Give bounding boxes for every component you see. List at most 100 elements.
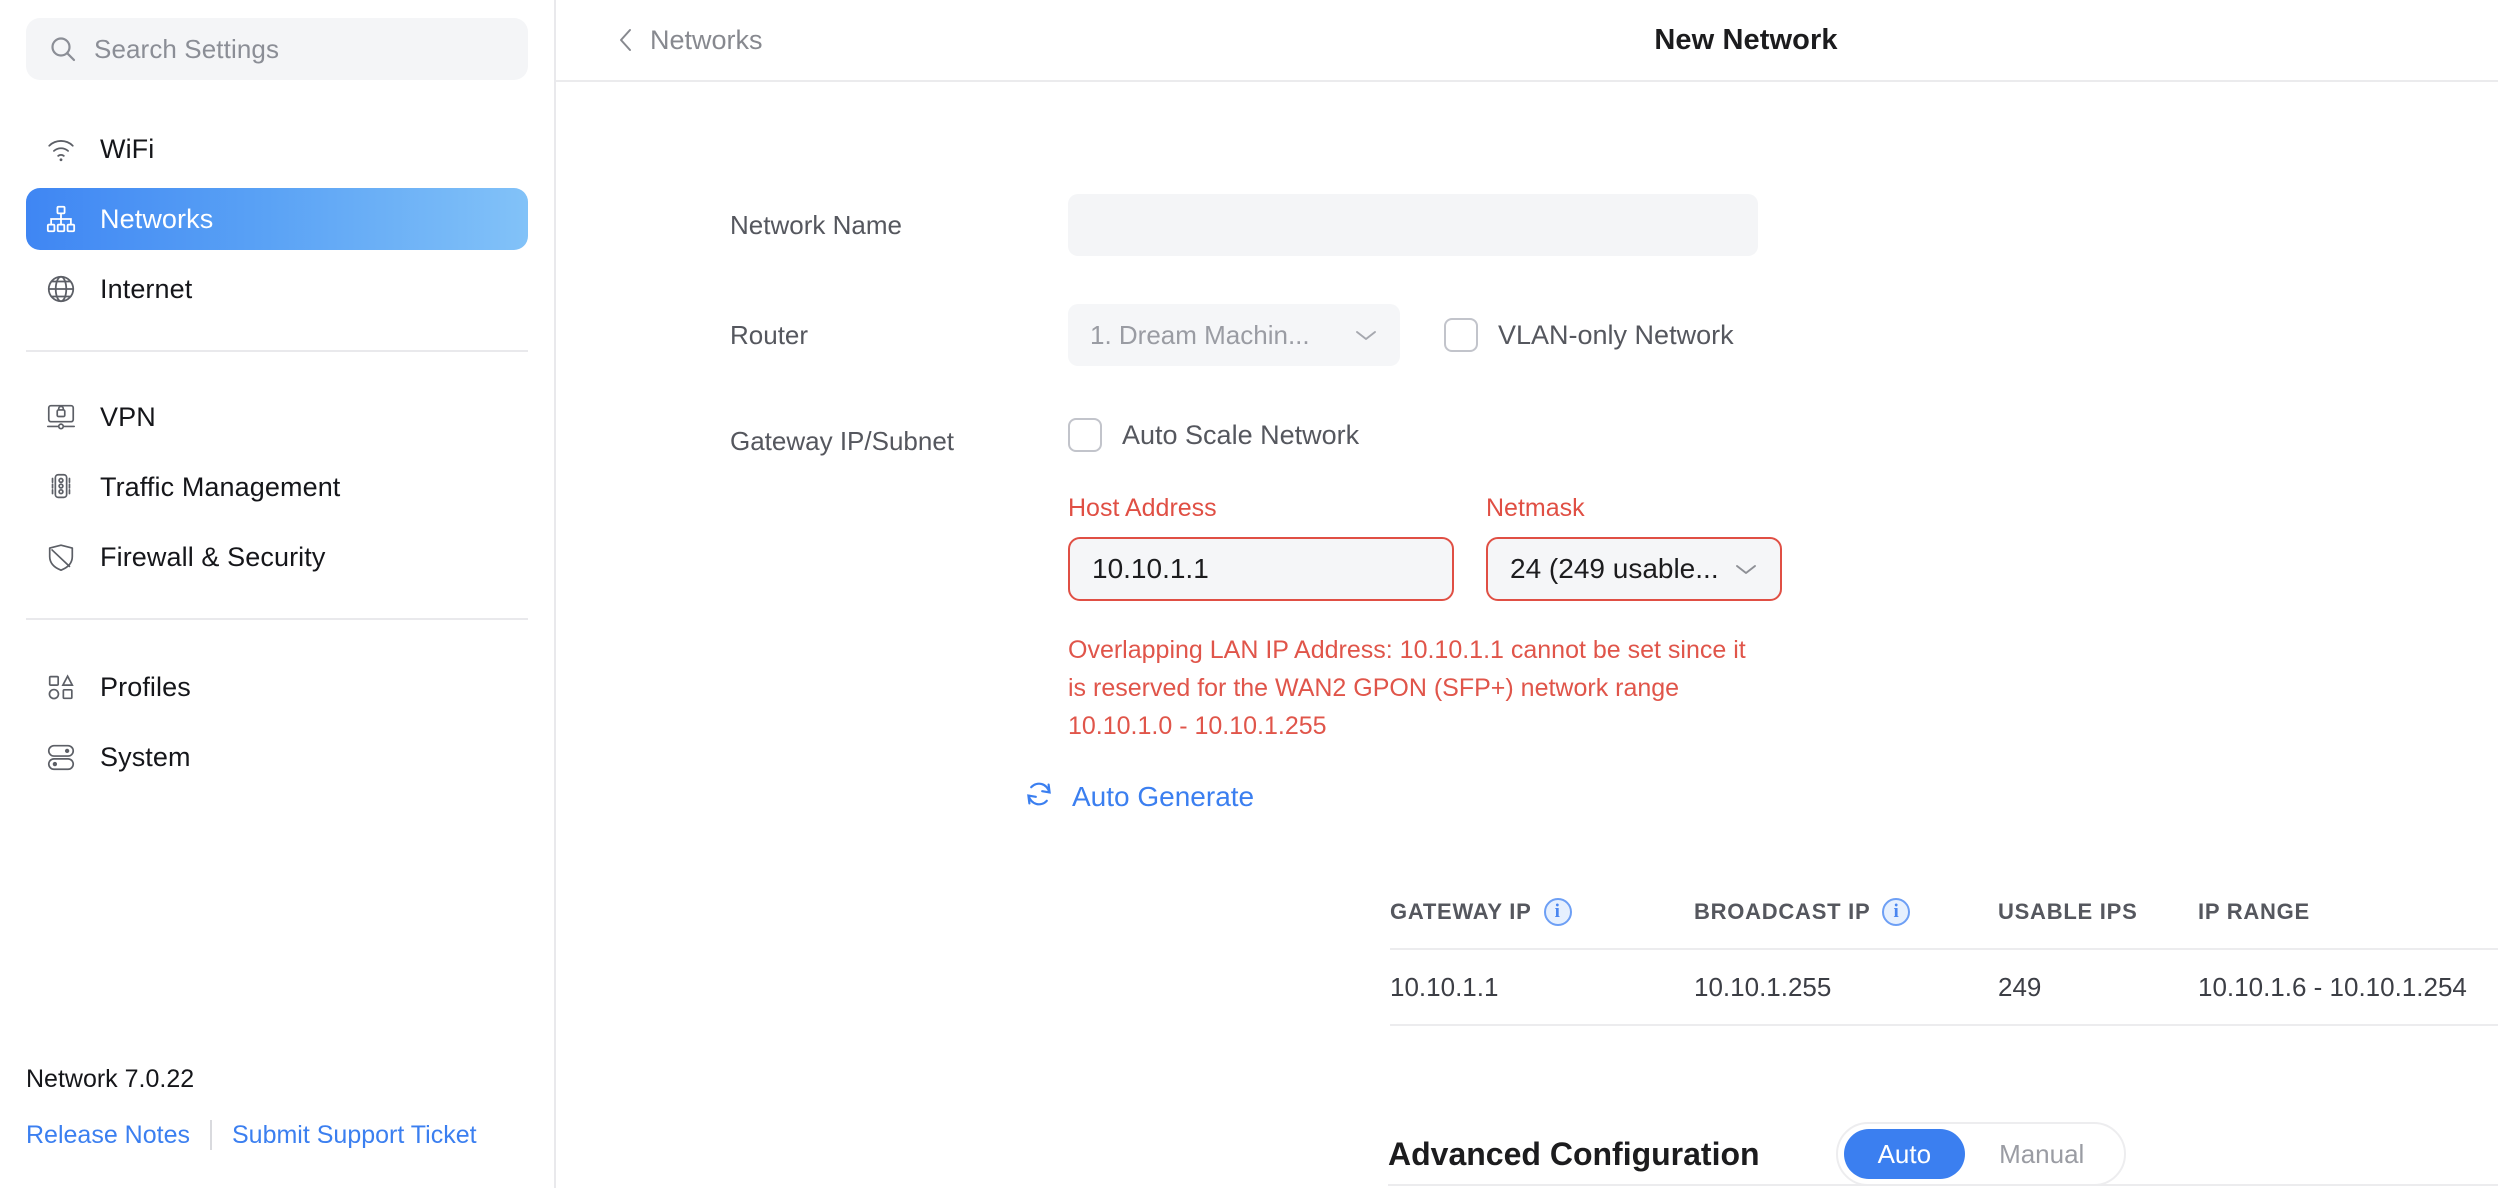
table-header-gateway-ip: GATEWAY IP i bbox=[1390, 898, 1694, 926]
advanced-mode-segmented-control: Auto Manual bbox=[1836, 1122, 2127, 1186]
router-select[interactable]: 1. Dream Machin... bbox=[1068, 304, 1400, 366]
wifi-icon bbox=[44, 132, 78, 166]
auto-scale-network-label: Auto Scale Network bbox=[1122, 420, 1359, 451]
table-header-row: GATEWAY IP i BROADCAST IP i USABLE IPS I… bbox=[1390, 898, 2498, 948]
sidebar: Search Settings WiFi bbox=[0, 0, 556, 1188]
netmask-select[interactable]: 24 (249 usable... bbox=[1486, 537, 1782, 601]
top-bar: Networks New Network bbox=[556, 0, 2498, 82]
row-router: Router 1. Dream Machin... VLAN-only Netw… bbox=[556, 304, 2498, 366]
netmask-selected-value: 24 (249 usable... bbox=[1510, 553, 1719, 585]
sidebar-item-internet[interactable]: Internet bbox=[26, 258, 528, 320]
checkbox-box bbox=[1444, 318, 1478, 352]
network-name-input[interactable] bbox=[1068, 194, 1758, 256]
table-header-usable-ips: USABLE IPS bbox=[1998, 899, 2198, 925]
table-bottom-rule bbox=[1390, 1024, 2498, 1026]
sidebar-item-system[interactable]: System bbox=[26, 726, 528, 788]
chevron-down-icon bbox=[1354, 328, 1378, 342]
table-header-broadcast-ip: BROADCAST IP i bbox=[1694, 898, 1998, 926]
sidebar-item-wifi[interactable]: WiFi bbox=[26, 118, 528, 180]
globe-icon bbox=[44, 272, 78, 306]
footer-links: Release Notes Submit Support Ticket bbox=[26, 1120, 528, 1150]
advanced-configuration-section: Advanced Configuration Auto Manual bbox=[556, 1122, 2498, 1186]
column-label: GATEWAY IP bbox=[1390, 899, 1532, 925]
host-netmask-fields: Host Address 10.10.1.1 Netmask 24 (249 u… bbox=[1068, 494, 1782, 601]
sidebar-group-system: Profiles System bbox=[0, 656, 554, 788]
profiles-shapes-icon bbox=[44, 670, 78, 704]
sidebar-item-label: Firewall & Security bbox=[100, 542, 325, 573]
refresh-icon bbox=[1024, 779, 1054, 814]
gateway-ip-info-icon[interactable]: i bbox=[1544, 898, 1572, 926]
host-address-label: Host Address bbox=[1068, 494, 1454, 523]
cell-gateway-ip: 10.10.1.1 bbox=[1390, 972, 1694, 1003]
back-to-networks-button[interactable]: Networks bbox=[614, 25, 763, 56]
sidebar-item-networks[interactable]: Networks bbox=[26, 188, 528, 250]
settings-app: Search Settings WiFi bbox=[0, 0, 2498, 1188]
subnet-summary-table: GATEWAY IP i BROADCAST IP i USABLE IPS I… bbox=[1390, 898, 2498, 1026]
sidebar-item-label: WiFi bbox=[100, 134, 154, 165]
column-label: BROADCAST IP bbox=[1694, 899, 1870, 925]
vlan-only-network-label: VLAN-only Network bbox=[1498, 320, 1734, 351]
chevron-left-icon bbox=[614, 25, 636, 55]
host-address-field: Host Address 10.10.1.1 bbox=[1068, 494, 1454, 601]
sidebar-footer: Network 7.0.22 Release Notes Submit Supp… bbox=[0, 1065, 554, 1188]
netmask-label: Netmask bbox=[1486, 494, 1782, 523]
host-address-value: 10.10.1.1 bbox=[1092, 553, 1209, 585]
search-input[interactable]: Search Settings bbox=[26, 18, 528, 80]
sidebar-item-traffic-management[interactable]: Traffic Management bbox=[26, 456, 528, 518]
router-label: Router bbox=[556, 304, 1068, 351]
segment-manual[interactable]: Manual bbox=[1965, 1129, 2118, 1179]
auto-generate-button[interactable]: Auto Generate bbox=[1024, 779, 1254, 814]
overlapping-ip-error-message: Overlapping LAN IP Address: 10.10.1.1 ca… bbox=[1068, 631, 1758, 745]
section-bottom-divider bbox=[1388, 1184, 2498, 1186]
submit-support-ticket-link[interactable]: Submit Support Ticket bbox=[232, 1121, 477, 1150]
network-name-label: Network Name bbox=[556, 194, 1068, 241]
gateway-fields: Auto Scale Network Host Address 10.10.1.… bbox=[1068, 418, 1782, 745]
sidebar-divider-1 bbox=[26, 350, 528, 352]
footer-link-separator bbox=[210, 1120, 212, 1150]
sidebar-group-security: VPN Traffic Management bbox=[0, 386, 554, 588]
sidebar-item-label: Traffic Management bbox=[100, 472, 340, 503]
release-notes-link[interactable]: Release Notes bbox=[26, 1121, 190, 1150]
cell-broadcast-ip: 10.10.1.255 bbox=[1694, 972, 1998, 1003]
traffic-light-icon bbox=[44, 470, 78, 504]
sidebar-item-profiles[interactable]: Profiles bbox=[26, 656, 528, 718]
chevron-down-icon bbox=[1734, 562, 1758, 576]
segment-auto[interactable]: Auto bbox=[1844, 1129, 1966, 1179]
auto-generate-label: Auto Generate bbox=[1072, 781, 1254, 813]
vlan-only-network-checkbox[interactable]: VLAN-only Network bbox=[1444, 304, 1734, 352]
router-selected-value: 1. Dream Machin... bbox=[1090, 320, 1310, 351]
checkbox-box bbox=[1068, 418, 1102, 452]
network-topology-icon bbox=[44, 202, 78, 236]
page-title: New Network bbox=[556, 24, 2498, 57]
netmask-field: Netmask 24 (249 usable... bbox=[1486, 494, 1782, 601]
search-placeholder: Search Settings bbox=[94, 34, 279, 65]
vpn-lock-icon bbox=[44, 400, 78, 434]
sidebar-group-primary: WiFi Networks bbox=[0, 118, 554, 320]
gateway-label: Gateway IP/Subnet bbox=[556, 418, 1068, 457]
host-address-input[interactable]: 10.10.1.1 bbox=[1068, 537, 1454, 601]
row-gateway-ip-subnet: Gateway IP/Subnet Auto Scale Network Hos… bbox=[556, 418, 2498, 745]
system-toggles-icon bbox=[44, 740, 78, 774]
sidebar-item-label: VPN bbox=[100, 402, 156, 433]
sidebar-item-label: Internet bbox=[100, 274, 192, 305]
sidebar-item-vpn[interactable]: VPN bbox=[26, 386, 528, 448]
version-label: Network 7.0.22 bbox=[26, 1065, 528, 1094]
sidebar-divider-2 bbox=[26, 618, 528, 620]
sidebar-item-label: Profiles bbox=[100, 672, 191, 703]
cell-ip-range: 10.10.1.6 - 10.10.1.254 bbox=[2198, 972, 2498, 1003]
new-network-form: Network Name Router 1. Dream Machin... V bbox=[556, 194, 2498, 1186]
shield-icon bbox=[44, 540, 78, 574]
table-header-ip-range: IP RANGE bbox=[2198, 899, 2498, 925]
search-icon bbox=[48, 34, 78, 64]
advanced-configuration-title: Advanced Configuration bbox=[1388, 1136, 1760, 1173]
auto-scale-network-checkbox[interactable]: Auto Scale Network bbox=[1068, 418, 1782, 452]
table-row: 10.10.1.1 10.10.1.255 249 10.10.1.6 - 10… bbox=[1390, 948, 2498, 1024]
sidebar-item-firewall-security[interactable]: Firewall & Security bbox=[26, 526, 528, 588]
back-label: Networks bbox=[650, 25, 763, 56]
broadcast-ip-info-icon[interactable]: i bbox=[1882, 898, 1910, 926]
sidebar-item-label: Networks bbox=[100, 204, 213, 235]
row-network-name: Network Name bbox=[556, 194, 2498, 256]
cell-usable-ips: 249 bbox=[1998, 972, 2198, 1003]
main-content: Networks New Network Network Name Router… bbox=[556, 0, 2498, 1188]
sidebar-item-label: System bbox=[100, 742, 191, 773]
